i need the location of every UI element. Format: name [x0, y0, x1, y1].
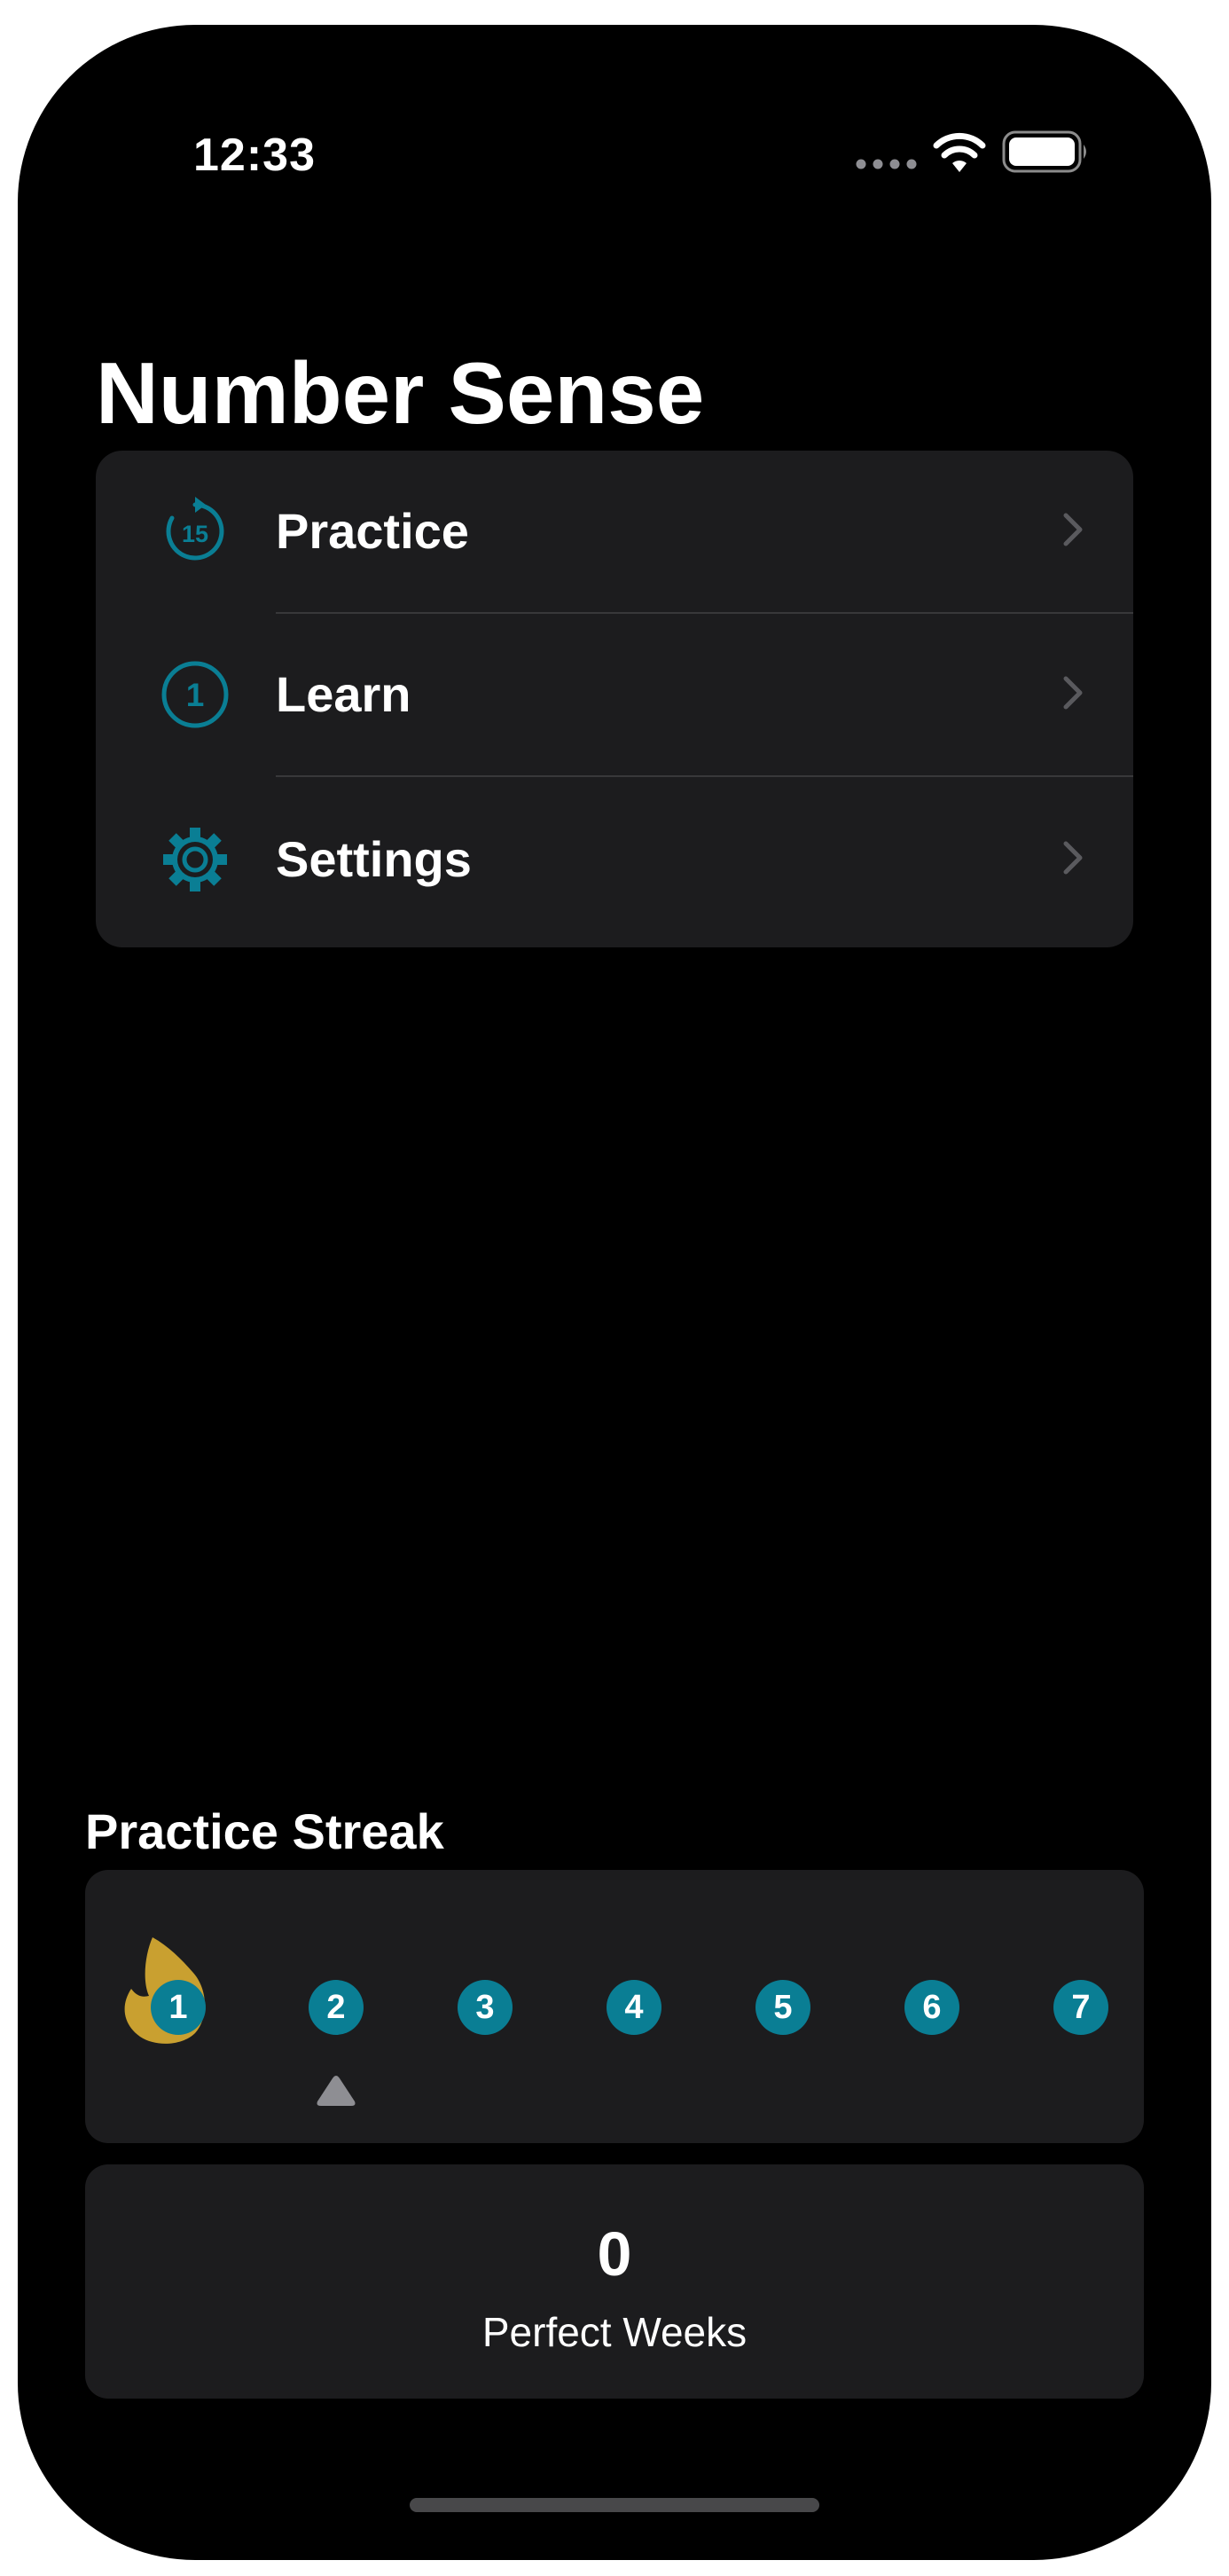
gear-icon — [163, 828, 227, 891]
menu-item-label: Practice — [276, 503, 469, 559]
menu-item-settings[interactable]: Settings — [96, 779, 1133, 940]
row-separator — [276, 775, 1133, 777]
battery-icon — [1002, 130, 1086, 173]
menu-item-label: Learn — [276, 666, 411, 722]
streak-day-1: 1 — [151, 1980, 206, 2035]
streak-day-7: 7 — [1053, 1980, 1108, 2035]
section-title-practice-streak: Practice Streak — [85, 1803, 444, 1859]
streak-day-4: 4 — [607, 1980, 661, 2035]
status-time: 12:33 — [193, 130, 316, 181]
menu-item-label: Settings — [276, 831, 472, 887]
menu-item-learn[interactable]: 1 Learn — [96, 614, 1133, 775]
page-title: Number Sense — [96, 344, 705, 442]
streak-card: 1 2 3 4 5 6 7 — [85, 1870, 1144, 2143]
streak-day-3: 3 — [458, 1980, 513, 2035]
menu-item-practice[interactable]: 15 Practice — [96, 451, 1133, 612]
streak-day-5: 5 — [755, 1980, 810, 2035]
svg-text:1: 1 — [186, 677, 205, 713]
device-screen: 12:33 Number Sense 15 Practice 1 Learn S… — [18, 25, 1211, 2560]
number-1-circle-icon: 1 — [161, 661, 229, 728]
chevron-right-icon — [1063, 841, 1083, 875]
current-day-marker-icon — [317, 2076, 356, 2106]
streak-day-2: 2 — [309, 1980, 364, 2035]
perfect-weeks-card: 0 Perfect Weeks — [85, 2164, 1144, 2399]
chevron-right-icon — [1063, 676, 1083, 710]
perfect-weeks-label: Perfect Weeks — [481, 2309, 748, 2355]
svg-text:15: 15 — [182, 521, 208, 547]
menu-list: 15 Practice 1 Learn Settings — [96, 451, 1133, 947]
chevron-right-icon — [1063, 513, 1083, 546]
perfect-weeks-count: 0 — [597, 2219, 632, 2289]
home-indicator[interactable] — [410, 2498, 819, 2512]
timer-15-icon: 15 — [166, 497, 224, 561]
streak-day-6: 6 — [904, 1980, 959, 2035]
wifi-icon — [933, 132, 986, 172]
cellular-dots-icon — [856, 159, 917, 169]
